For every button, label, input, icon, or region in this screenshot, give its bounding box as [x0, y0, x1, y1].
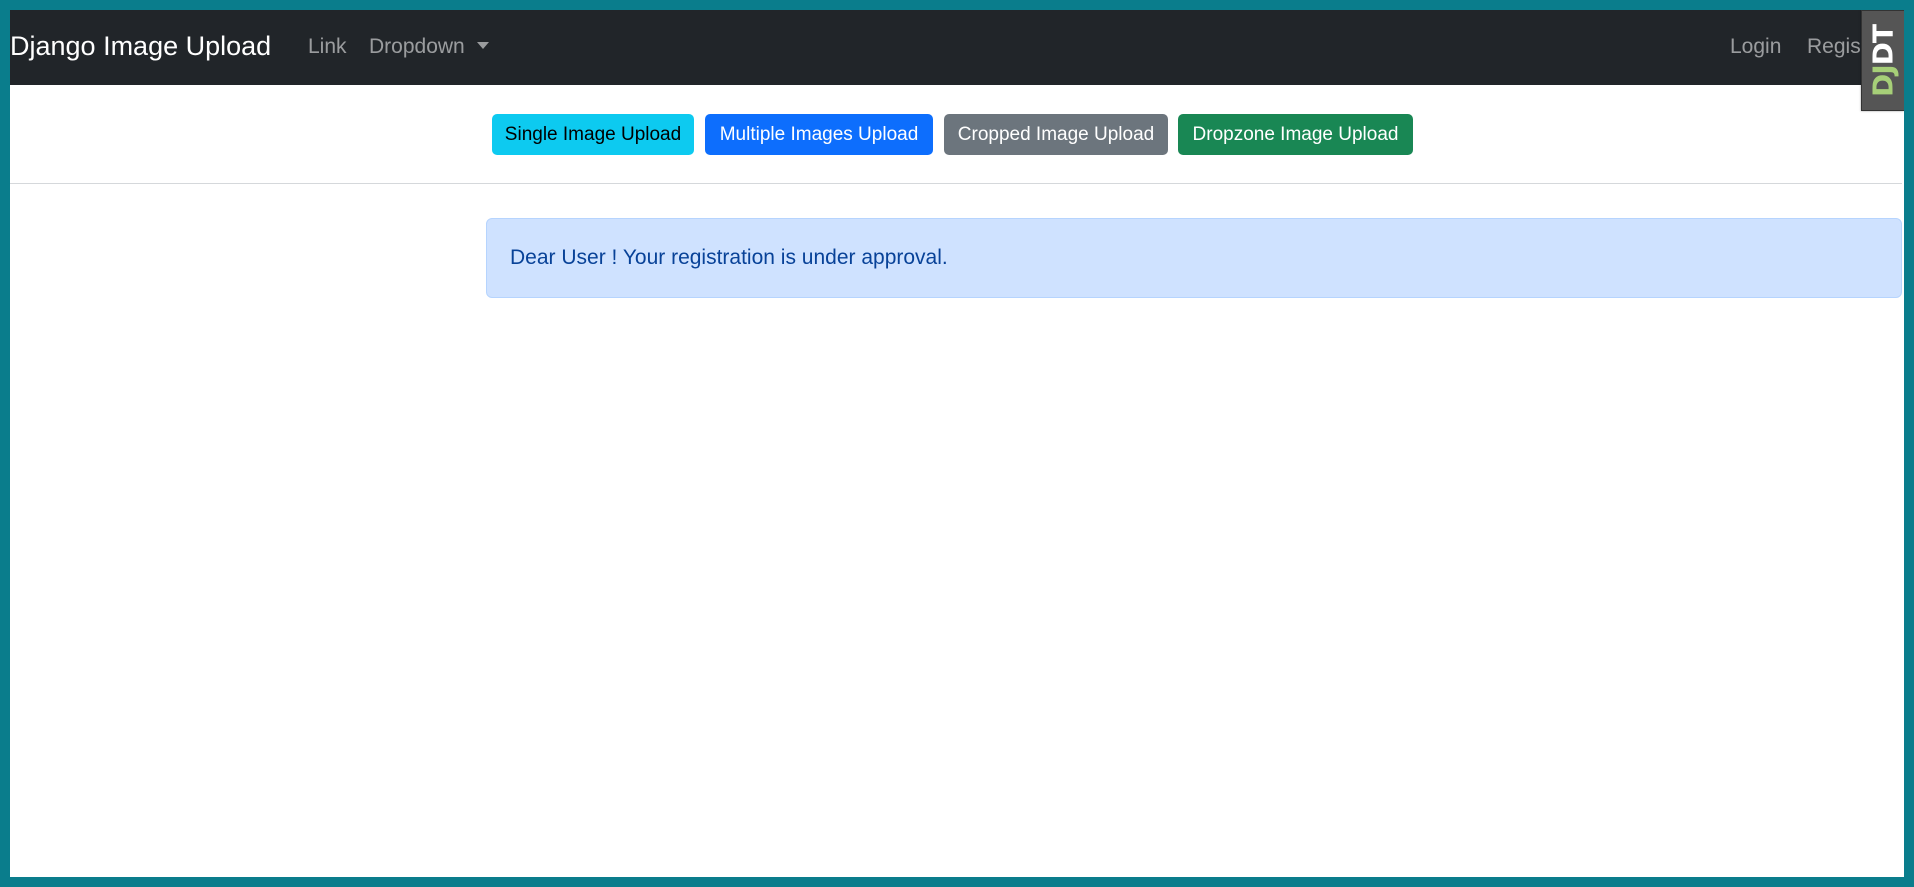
caret-down-icon: [476, 42, 489, 49]
nav-link[interactable]: Link: [308, 34, 347, 60]
horizontal-divider: [10, 183, 1902, 184]
djdt-logo: DJDT: [1866, 24, 1900, 97]
nav-login-link[interactable]: Login: [1730, 34, 1781, 60]
nav-dropdown-toggle[interactable]: Dropdown: [369, 34, 489, 60]
nav-dropdown-label: Dropdown: [369, 35, 465, 58]
alert-message: Dear User ! Your registration is under a…: [510, 246, 948, 269]
multiple-images-upload-button[interactable]: Multiple Images Upload: [705, 114, 933, 155]
browser-viewport: Django Image Upload Link Dropdown Login …: [10, 10, 1904, 877]
cropped-image-upload-button[interactable]: Cropped Image Upload: [944, 114, 1168, 155]
navbar-brand[interactable]: Django Image Upload: [10, 31, 271, 61]
django-debug-toolbar-handle[interactable]: DJDT: [1861, 10, 1904, 111]
registration-alert: Dear User ! Your registration is under a…: [486, 218, 1902, 298]
top-navbar: Django Image Upload Link Dropdown Login …: [10, 10, 1904, 85]
dropzone-image-upload-button[interactable]: Dropzone Image Upload: [1178, 114, 1413, 155]
single-image-upload-button[interactable]: Single Image Upload: [492, 114, 694, 155]
